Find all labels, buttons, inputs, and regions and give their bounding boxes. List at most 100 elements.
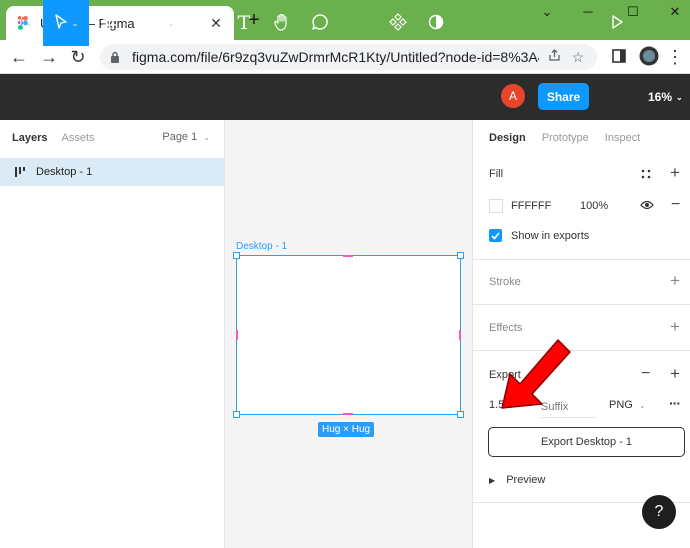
rectangle-icon: [148, 14, 164, 33]
frame-hash-icon: [102, 14, 118, 33]
suffix-underline: [541, 417, 596, 418]
checkmark-icon: [491, 231, 500, 240]
chevron-down-icon: ⌄: [71, 18, 79, 28]
tab-layers[interactable]: Layers: [12, 132, 47, 144]
effects-section-title: Effects: [489, 322, 523, 334]
component-diamond-icon: [389, 12, 407, 34]
resize-handle-top-right[interactable]: [457, 252, 464, 259]
side-panel-icon[interactable]: [608, 46, 630, 68]
show-in-exports-label: Show in exports: [511, 230, 590, 242]
tab-prototype[interactable]: Prototype: [542, 132, 589, 144]
zoom-menu[interactable]: 16% ⌄: [648, 74, 683, 120]
add-effect-icon[interactable]: +: [668, 318, 682, 335]
layer-row[interactable]: Desktop - 1: [0, 158, 224, 186]
hand-tool[interactable]: [268, 0, 296, 46]
divider: [473, 259, 690, 260]
minimize-button[interactable]: ─: [573, 4, 603, 22]
show-in-exports-checkbox[interactable]: [489, 229, 502, 242]
page-selector[interactable]: Page 1 ⌄: [162, 131, 210, 143]
share-button[interactable]: Share: [538, 83, 589, 110]
move-tool[interactable]: ⌄: [43, 0, 89, 46]
comment-bubble-icon: [311, 13, 329, 34]
add-stroke-icon[interactable]: +: [668, 272, 682, 289]
eye-icon[interactable]: [640, 199, 654, 213]
browser-menu-icon[interactable]: ⋮: [664, 46, 686, 68]
main-menu-button[interactable]: ⌄: [0, 0, 42, 46]
chevron-down-icon: ⌄: [676, 92, 683, 102]
padding-marker-left: [236, 330, 238, 340]
page-name: Page 1: [162, 131, 198, 143]
fill-hex-value[interactable]: FFFFFF: [511, 200, 551, 212]
chevron-down-icon: ⌄: [121, 18, 129, 28]
fill-opacity-value[interactable]: 100%: [580, 200, 608, 212]
text-tool[interactable]: T: [232, 0, 256, 46]
remove-export-icon[interactable]: −: [641, 366, 650, 382]
tab-assets[interactable]: Assets: [61, 132, 94, 144]
back-arrow-icon[interactable]: ←: [8, 46, 30, 68]
forward-arrow-icon[interactable]: →: [38, 46, 60, 68]
half-circle-icon: [428, 14, 444, 33]
lock-icon: [110, 51, 124, 63]
user-avatar[interactable]: A: [501, 84, 525, 108]
tab-design[interactable]: Design: [489, 132, 526, 144]
auto-layout-icon: [14, 166, 28, 178]
present-button[interactable]: [606, 0, 628, 46]
chevron-down-icon: ⌄: [25, 18, 33, 28]
cursor-arrow-icon: [54, 13, 68, 33]
hand-icon: [274, 13, 290, 34]
right-panel: Design Prototype Inspect Fill + FFFFFF 1…: [472, 120, 690, 548]
export-button[interactable]: Export Desktop - 1: [488, 427, 685, 457]
reload-icon[interactable]: ↻: [67, 46, 89, 68]
padding-marker-bottom: [343, 413, 353, 415]
pen-tool[interactable]: ⌄: [187, 0, 225, 46]
chevron-down-icon: ⌄: [167, 18, 175, 28]
chevron-down-icon: ⌄: [203, 133, 210, 142]
tab-search-chevron-icon[interactable]: ⌄: [532, 4, 562, 22]
comment-tool[interactable]: [306, 0, 334, 46]
tab-inspect[interactable]: Inspect: [605, 132, 640, 144]
export-format-value: PNG: [609, 399, 633, 411]
window-close-button[interactable]: ✕: [660, 4, 690, 22]
chevron-down-icon: ⌄: [212, 18, 220, 28]
red-annotation-arrow-icon: [501, 339, 571, 409]
play-icon: [611, 14, 623, 32]
style-grid-icon[interactable]: [641, 168, 651, 182]
frame-label[interactable]: Desktop - 1: [236, 241, 287, 252]
layer-name: Desktop - 1: [36, 166, 93, 178]
shape-tool[interactable]: ⌄: [142, 0, 180, 46]
export-format-select[interactable]: PNG ⌄: [609, 399, 646, 411]
contrast-button[interactable]: [424, 0, 448, 46]
divider: [473, 304, 690, 305]
figma-menu-icon: [9, 13, 22, 33]
add-export-icon[interactable]: +: [668, 365, 682, 382]
resize-handle-bottom-left[interactable]: [233, 411, 240, 418]
bookmark-star-icon[interactable]: ☆: [569, 49, 587, 66]
preview-label: Preview: [506, 474, 546, 486]
resize-handle-bottom-right[interactable]: [457, 411, 464, 418]
left-panel: Layers Assets Page 1 ⌄ Desktop - 1: [0, 120, 225, 548]
frame-tool[interactable]: ⌄: [96, 0, 134, 46]
components-button[interactable]: [386, 0, 410, 46]
caret-right-icon: ▶: [489, 476, 496, 485]
fill-section-title: Fill: [489, 168, 504, 180]
profile-avatar[interactable]: [638, 46, 660, 68]
chevron-down-icon: ⌄: [638, 401, 646, 410]
help-button[interactable]: ?: [642, 495, 676, 529]
remove-fill-icon[interactable]: −: [671, 197, 680, 213]
size-badge: Hug × Hug: [318, 422, 375, 437]
desktop-frame[interactable]: [236, 255, 461, 415]
share-page-icon[interactable]: [545, 49, 563, 65]
more-options-icon[interactable]: ···: [669, 395, 681, 411]
pen-icon: [193, 14, 209, 33]
right-panel-tabs: Design Prototype Inspect: [473, 120, 690, 156]
padding-marker-right: [459, 330, 461, 340]
zoom-level: 16%: [648, 90, 673, 104]
address-bar[interactable]: figma.com/file/6r9zq3vuZwDrmrMcR1Kty/Unt…: [100, 44, 597, 70]
fill-color-swatch[interactable]: [489, 199, 503, 213]
url-text: figma.com/file/6r9zq3vuZwDrmrMcR1Kty/Unt…: [132, 49, 539, 65]
stroke-section-title: Stroke: [489, 276, 521, 288]
preview-toggle[interactable]: ▶ Preview: [489, 474, 545, 486]
add-fill-icon[interactable]: +: [668, 164, 682, 181]
resize-handle-top-left[interactable]: [233, 252, 240, 259]
padding-marker-top: [343, 255, 353, 257]
